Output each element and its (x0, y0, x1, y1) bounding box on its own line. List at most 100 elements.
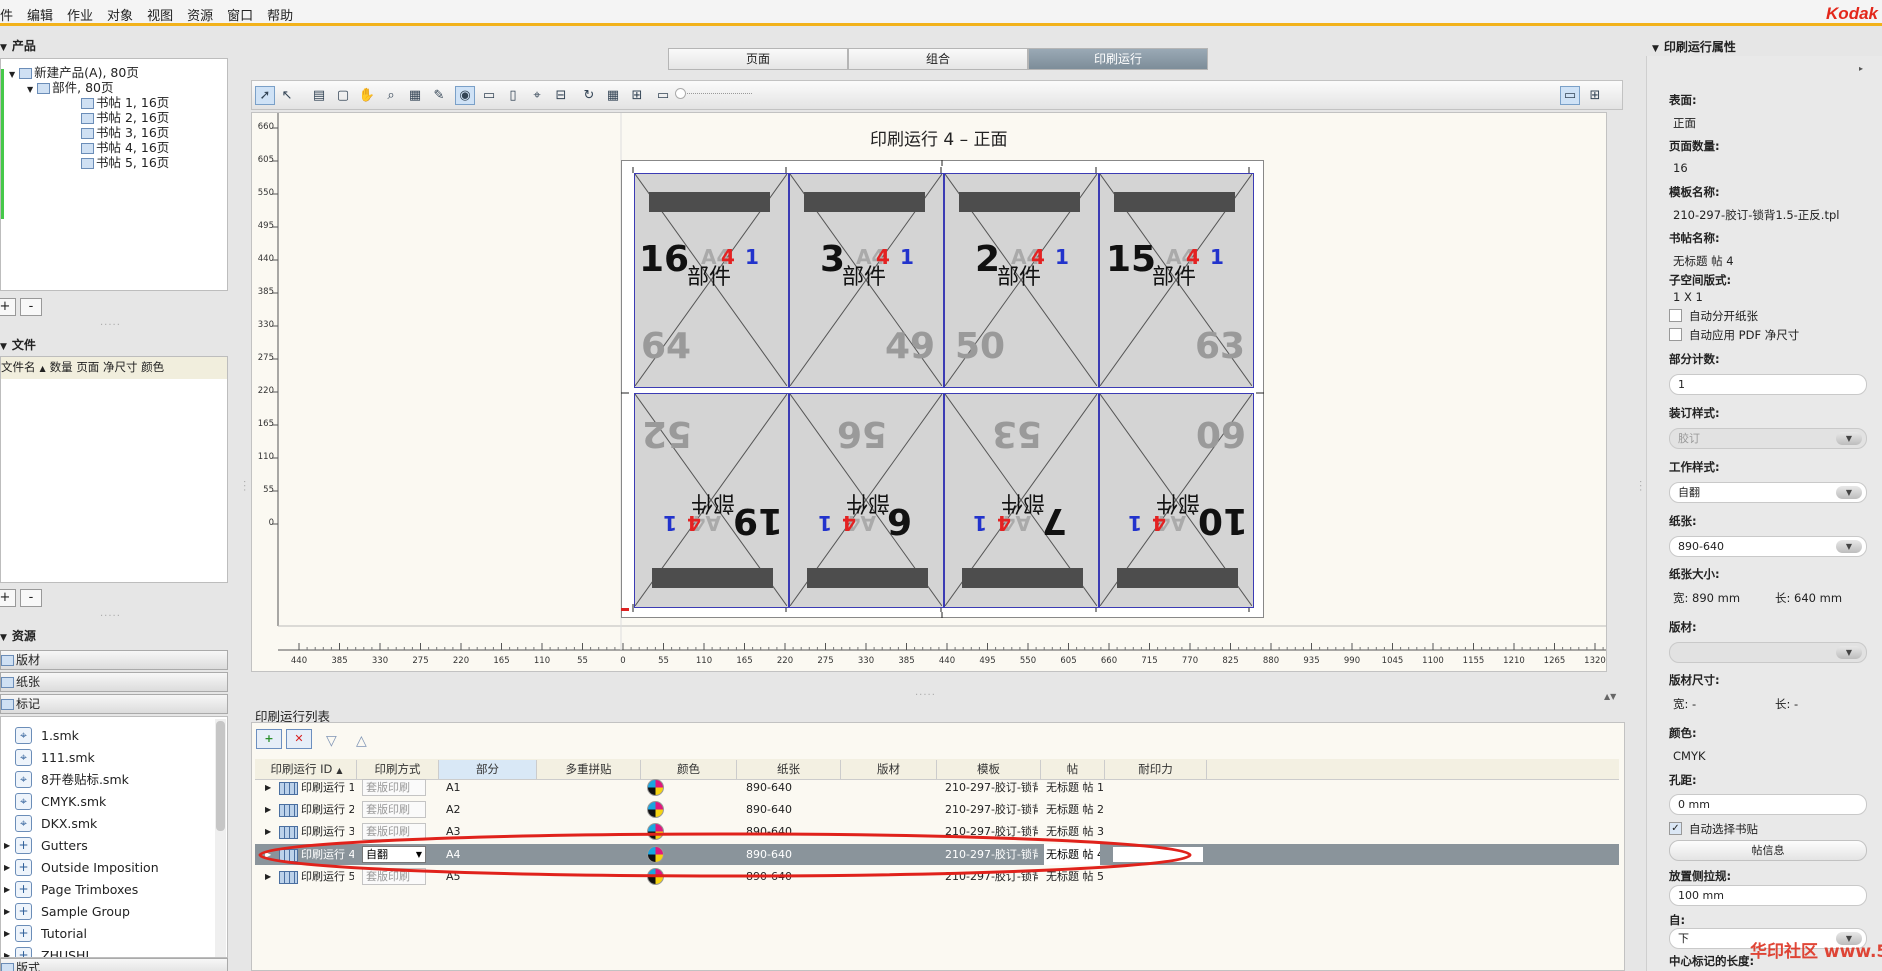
col-filename[interactable]: 文件名 (1, 360, 36, 374)
mark-group[interactable]: ▶ + Tutorial (1, 923, 213, 944)
splitter-grip[interactable]: ····· (915, 690, 936, 701)
single-view-icon[interactable]: ▭ (1560, 86, 1580, 105)
page-tool-icon[interactable]: ▤ (309, 86, 329, 105)
tab-assembly[interactable]: 组合 (848, 48, 1028, 70)
page-cell[interactable]: 56 6 A4 4 1 部件 (789, 393, 944, 608)
multi-view-icon[interactable]: ⊞ (1585, 86, 1605, 105)
marks-tool-icon[interactable]: ✎ (429, 86, 449, 105)
expand-icon[interactable]: ▶ (4, 857, 10, 878)
sheet-tool-icon[interactable]: ▢ (333, 86, 353, 105)
page-cell[interactable]: 60 10 A4 4 1 部件 (1099, 393, 1254, 608)
direct-select-icon[interactable]: ↖ (277, 86, 297, 105)
sig-info-button[interactable]: 帖信息 (1669, 840, 1867, 861)
align-icon[interactable]: ▦ (603, 86, 623, 105)
auto-sig-checkbox[interactable]: ✓ (1669, 822, 1682, 835)
section-plates[interactable]: 版材 (0, 650, 228, 670)
page-icon[interactable]: ▯ (503, 86, 523, 105)
props-header[interactable]: ▼ 印刷运行属性 (1652, 38, 1736, 55)
ruler-icon[interactable]: ▭ (479, 86, 499, 105)
section-layout[interactable]: 版式 (0, 958, 228, 971)
expand-icon[interactable]: ▶ (4, 923, 10, 944)
mark-group[interactable]: ▶ + Gutters (1, 835, 213, 856)
mark-item[interactable]: ⌖ DKX.smk (1, 813, 213, 834)
splitter-grip[interactable]: ····· (100, 320, 121, 331)
scrollbar-thumb[interactable] (216, 721, 225, 831)
expand-icon[interactable]: ▶ (4, 901, 10, 922)
product-panel-header[interactable]: ▼ 产品 (0, 37, 36, 54)
menu-window[interactable]: 窗口 (220, 0, 260, 29)
add-run-icon[interactable]: + (256, 729, 282, 749)
collapse-triangle-icon[interactable]: ▼ (0, 342, 7, 352)
menu-edit[interactable]: 编辑 (20, 0, 60, 29)
mark-group[interactable]: ▶ + Page Trimboxes (1, 879, 213, 900)
files-add-button[interactable]: + (0, 589, 16, 607)
col-count[interactable]: 数量 (50, 360, 73, 374)
rotate-icon[interactable]: ↻ (579, 86, 599, 105)
mark-group[interactable]: ▶ + Outside Imposition (1, 857, 213, 878)
col-color[interactable]: 颜色 (141, 360, 164, 374)
section-marks[interactable]: 标记 (0, 694, 228, 714)
move-down-icon[interactable]: ▽ (326, 733, 337, 749)
distribute-icon[interactable]: ⊞ (627, 86, 647, 105)
method-select[interactable]: 套版印刷 (362, 801, 426, 818)
layout-grid-icon[interactable]: ▦ (405, 86, 425, 105)
scroll-arrows-icon[interactable]: ▲▼ (1604, 692, 1616, 701)
menu-view[interactable]: 视图 (140, 0, 180, 29)
resources-panel-header[interactable]: ▼ 资源 (0, 627, 36, 644)
section-paper[interactable]: 纸张 (0, 672, 228, 692)
col-pages[interactable]: 页面 (76, 360, 99, 374)
expand-icon[interactable]: ▼ (27, 85, 33, 94)
hand-icon[interactable]: ✋ (357, 86, 377, 105)
menu-file[interactable]: 件 (0, 0, 20, 29)
select-arrow-icon[interactable]: ➚ (255, 86, 275, 105)
table-row[interactable]: ▶ 印刷运行 2 套版印刷 A2 890-640 210-297-胶订-锁背 无… (255, 799, 1619, 820)
left-splitter-grip[interactable]: ··· (238, 480, 249, 493)
expand-icon[interactable]: ▶ (265, 799, 271, 820)
right-splitter-grip[interactable]: ··· (1634, 480, 1645, 493)
menu-help[interactable]: 帮助 (260, 0, 300, 29)
preview-eye-icon[interactable]: ◉ (455, 86, 475, 105)
product-remove-button[interactable]: - (20, 298, 42, 316)
delete-run-icon[interactable]: ✕ (286, 729, 312, 749)
imposition-canvas[interactable]: 660 605 550 495 440 385 330 275 220 165 110 55 0 440… (251, 112, 1607, 672)
expand-icon[interactable]: ▶ (4, 835, 10, 856)
expand-icon[interactable]: ▼ (9, 70, 15, 79)
method-select[interactable]: 套版印刷 (362, 779, 426, 796)
auto-pdf-checkbox[interactable] (1669, 328, 1682, 341)
tab-press-runs[interactable]: 印刷运行 (1028, 48, 1208, 70)
table-row[interactable]: ▶ 印刷运行 1 套版印刷 A1 890-640 210-297-胶订-锁背 无… (255, 777, 1619, 798)
zoom-slider[interactable] (675, 88, 752, 99)
page-cell[interactable]: 53 7 A4 4 1 部件 (944, 393, 1099, 608)
zoom-slider-thumb[interactable] (675, 88, 686, 99)
mark-item[interactable]: ⌖ CMYK.smk (1, 791, 213, 812)
panel-more-icon[interactable]: ▸ (1859, 64, 1863, 73)
work-style-select[interactable]: 自翻 ▼ (1669, 482, 1867, 503)
menu-resources[interactable]: 资源 (180, 0, 220, 29)
part-count-input[interactable]: 1 (1669, 374, 1867, 395)
side-pull-input[interactable]: 100 mm (1669, 885, 1867, 906)
page-cell[interactable]: 49 3 A4 4 1 部件 (789, 173, 944, 388)
menu-object[interactable]: 对象 (100, 0, 140, 29)
expand-icon[interactable]: ▶ (265, 777, 271, 798)
collapse-triangle-icon[interactable]: ▼ (1652, 44, 1659, 54)
scrollbar[interactable] (215, 719, 226, 957)
files-panel-header[interactable]: ▼ 文件 (0, 336, 36, 353)
zoom-icon[interactable]: ⌕ (381, 86, 401, 105)
mark-item[interactable]: ⌖ 8开卷贴标.smk (1, 769, 213, 790)
product-add-button[interactable]: + (0, 298, 16, 316)
collapse-triangle-icon[interactable]: ▼ (0, 43, 7, 53)
page-cell[interactable]: 52 19 A4 4 1 部件 (634, 393, 789, 608)
menu-job[interactable]: 作业 (60, 0, 100, 29)
page-cell[interactable]: 63 15 A4 4 1 部件 (1099, 173, 1254, 388)
target-icon[interactable]: ⌖ (527, 86, 547, 105)
collapse-triangle-icon[interactable]: ▼ (0, 633, 7, 643)
tree-item-signature-5[interactable]: 书帖 5, 16页 (81, 152, 169, 171)
plate-select[interactable]: ▼ (1669, 642, 1867, 663)
page-cell[interactable]: 50 2 A4 4 1 部件 (944, 173, 1099, 388)
auto-split-checkbox[interactable] (1669, 309, 1682, 322)
fit-icon[interactable]: ▭ (653, 86, 673, 105)
mark-group[interactable]: ▶ + ZHUSHI (1, 945, 213, 957)
hole-input[interactable]: 0 mm (1669, 794, 1867, 815)
expand-icon[interactable]: ▶ (4, 945, 10, 957)
mark-item[interactable]: ⌖ 111.smk (1, 747, 213, 768)
